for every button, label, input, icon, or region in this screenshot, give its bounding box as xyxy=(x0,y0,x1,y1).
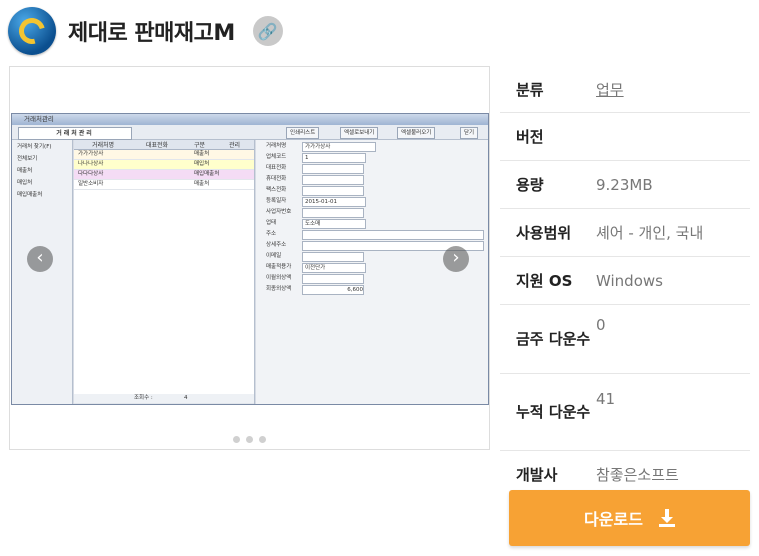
category-link[interactable]: 업무 xyxy=(596,79,624,100)
download-button[interactable]: 다운로드 xyxy=(509,490,750,546)
info-row-weekly-downloads: 금주 다운수 0 xyxy=(500,305,750,374)
share-link-button[interactable]: 🔗 xyxy=(252,16,283,46)
gallery-prev-button[interactable]: ‹ xyxy=(27,246,53,272)
gallery-dot[interactable] xyxy=(233,436,240,443)
gallery-next-button[interactable]: › xyxy=(443,246,469,272)
screenshot-gallery: 거래처관리 거래처관리 인쇄리스트 엑셀로보내기 엑셀불러오기 닫기 거래처 찾… xyxy=(9,66,490,450)
screenshot-window-title: 거래처관리 xyxy=(12,114,488,125)
info-row-size: 용량 9.23MB xyxy=(500,161,750,209)
link-icon: 🔗 xyxy=(257,21,278,41)
app-logo xyxy=(8,7,56,55)
info-row-version: 버전 xyxy=(500,113,750,161)
gallery-pagination xyxy=(10,428,489,447)
app-info-table: 분류 업무 버전 용량 9.23MB 사용범위 셰어 - 개인, 국내 지원 O… xyxy=(500,66,750,497)
screenshot-tab: 거래처관리 xyxy=(18,127,132,140)
gallery-dot[interactable] xyxy=(246,436,253,443)
chevron-right-icon: › xyxy=(452,247,460,268)
info-row-license: 사용범위 셰어 - 개인, 국내 xyxy=(500,209,750,257)
chevron-left-icon: ‹ xyxy=(36,247,44,268)
app-title: 제대로 판매재고M xyxy=(68,21,235,46)
info-row-category: 분류 업무 xyxy=(500,66,750,113)
download-icon xyxy=(658,509,675,527)
app-header: 제대로 판매재고M 🔗 xyxy=(8,6,283,56)
info-row-os: 지원 OS Windows xyxy=(500,257,750,305)
app-screenshot: 거래처관리 거래처관리 인쇄리스트 엑셀로보내기 엑셀불러오기 닫기 거래처 찾… xyxy=(11,113,489,405)
gallery-dot[interactable] xyxy=(259,436,266,443)
info-row-total-downloads: 누적 다운수 41 xyxy=(500,374,750,451)
download-label: 다운로드 xyxy=(584,510,643,529)
